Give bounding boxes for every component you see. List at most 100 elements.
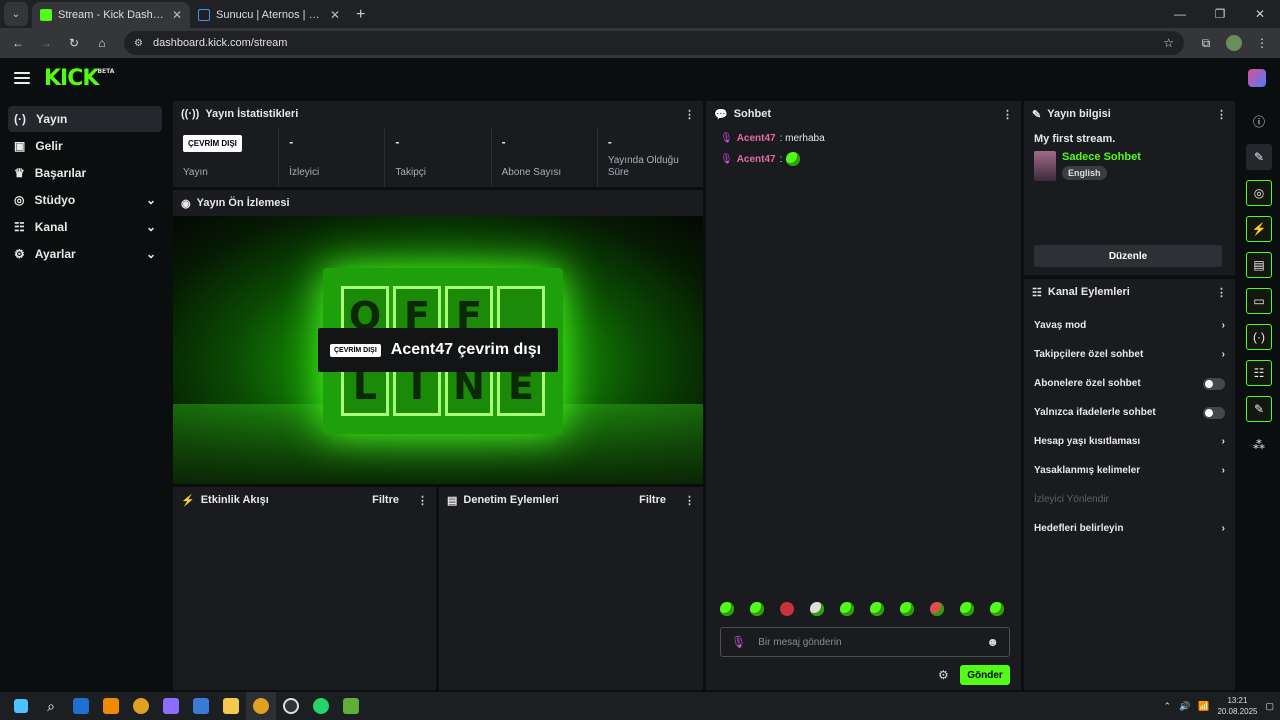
notifications-icon[interactable]: ▢ (1265, 701, 1274, 712)
sidebar-item-studyo[interactable]: ◎ Stüdyo ⌄ (8, 187, 162, 213)
emote-icon[interactable] (990, 602, 1004, 616)
home-icon[interactable]: ⌂ (90, 31, 114, 55)
gear-icon[interactable]: ⚙ (938, 668, 949, 682)
profile-avatar-icon[interactable] (1222, 31, 1246, 55)
emote-icon[interactable] (750, 602, 764, 616)
emote-icon[interactable] (780, 602, 794, 616)
channel-actions-icon[interactable]: ☷ (1246, 360, 1272, 386)
emote-icon (786, 152, 801, 166)
send-button[interactable]: Gönder (960, 665, 1010, 685)
outlook-icon[interactable] (66, 692, 96, 720)
stream-preview[interactable]: OFF LINE ÇEVRİM DIŞI Acent47 çevrim dışı (173, 216, 703, 484)
broadcast-icon: (·) (14, 112, 26, 126)
chat-username[interactable]: Acent47 (737, 154, 776, 165)
info-icon[interactable]: ⓘ (1246, 108, 1272, 134)
emote-icon[interactable] (840, 602, 854, 616)
store-icon[interactable] (186, 692, 216, 720)
edit-button[interactable]: Düzenle (1034, 245, 1222, 267)
back-icon[interactable]: ← (6, 31, 30, 55)
emote-icon[interactable] (810, 602, 824, 616)
volume-icon[interactable]: 🔊 (1179, 701, 1190, 712)
action-set-goals[interactable]: Hedefleri belirleyin › (1024, 514, 1235, 543)
sidebar-item-yayin[interactable]: (·) Yayın (8, 106, 162, 132)
tab-aternos[interactable]: Sunucu | Aternos | Ücretsiz Min ✕ (190, 2, 348, 28)
more-options-icon[interactable]: ⋮ (417, 494, 428, 507)
restore-icon[interactable]: ❐ (1200, 0, 1240, 28)
whatsapp-icon[interactable] (306, 692, 336, 720)
gear-icon: ⚙ (14, 247, 25, 261)
action-slow-mode[interactable]: Yavaş mod › (1024, 311, 1235, 340)
hamburger-menu-icon[interactable] (14, 72, 30, 84)
network-icon[interactable]: 📶 (1198, 701, 1209, 712)
wrench-icon[interactable]: ✎ (1246, 396, 1272, 422)
offline-badge: ÇEVRİM DIŞI (183, 135, 242, 152)
chat-bubble-icon[interactable]: ▭ (1246, 288, 1272, 314)
filter-button[interactable]: Filtre (372, 494, 399, 506)
browser-menu-icon[interactable]: ⋮ (1250, 31, 1274, 55)
address-bar[interactable]: ⚙ dashboard.kick.com/stream ☆ (124, 31, 1184, 55)
trophy-icon: ♛ (14, 166, 25, 180)
panel-header: ◉ Yayın Ön İzlemesi (181, 197, 290, 210)
forward-icon[interactable]: → (34, 31, 58, 55)
filter-button[interactable]: Filtre (639, 494, 666, 506)
add-widget-icon[interactable]: ⁂ (1246, 432, 1272, 458)
close-tab-icon[interactable]: ✕ (172, 8, 182, 22)
emote-icon[interactable] (900, 602, 914, 616)
action-banned-words[interactable]: Yasaklanmış kelimeler › (1024, 456, 1235, 485)
more-options-icon[interactable]: ⋮ (1002, 108, 1013, 121)
moderation-icon[interactable]: ▤ (1246, 252, 1272, 278)
pencil-icon[interactable]: ✎ (1246, 144, 1272, 170)
close-window-icon[interactable]: ✕ (1240, 0, 1280, 28)
start-icon[interactable] (6, 692, 36, 720)
kick-logo[interactable]: KICK BETA (44, 66, 114, 91)
tab-kick-dashboard[interactable]: Stream - Kick Dashboard ✕ (32, 2, 190, 28)
extensions-icon[interactable]: ⧉ (1194, 31, 1218, 55)
action-followers-only[interactable]: Takipçilere özel sohbet › (1024, 340, 1235, 369)
more-options-icon[interactable]: ⋮ (1216, 108, 1227, 121)
close-tab-icon[interactable]: ✕ (330, 8, 340, 22)
emoji-picker-icon[interactable]: ☻ (986, 635, 999, 649)
reload-icon[interactable]: ↻ (62, 31, 86, 55)
sidebar-item-kanal[interactable]: ☷ Kanal ⌄ (8, 214, 162, 240)
panel-header: ((·)) Yayın İstatistikleri ⋮ (181, 108, 695, 121)
chrome-icon[interactable] (126, 692, 156, 720)
revenue-icon: ▣ (14, 139, 26, 153)
chrome-active-icon[interactable] (246, 692, 276, 720)
category-name[interactable]: Sadece Sohbet (1062, 151, 1141, 163)
action-account-age[interactable]: Hesap yaşı kısıtlaması › (1024, 427, 1235, 456)
site-info-icon[interactable]: ⚙ (134, 38, 143, 49)
emote-icon[interactable] (720, 602, 734, 616)
category-thumbnail (1034, 151, 1056, 181)
bookmark-star-icon[interactable]: ☆ (1163, 36, 1174, 50)
emotes-only-toggle[interactable] (1203, 406, 1225, 419)
sidebar-item-ayarlar[interactable]: ⚙ Ayarlar ⌄ (8, 241, 162, 267)
more-options-icon[interactable]: ⋮ (1216, 286, 1227, 299)
more-options-icon[interactable]: ⋮ (684, 108, 695, 121)
tab-title: Stream - Kick Dashboard (58, 9, 166, 21)
vlc-icon[interactable] (96, 692, 126, 720)
emote-icon[interactable] (960, 602, 974, 616)
minimize-icon[interactable]: — (1160, 0, 1200, 28)
tray-chevron-icon[interactable]: ⌃ (1163, 701, 1171, 712)
chat-message-input[interactable] (758, 636, 975, 648)
emote-icon[interactable] (930, 602, 944, 616)
studio-icon[interactable]: ◎ (1246, 180, 1272, 206)
lightning-icon[interactable]: ⚡ (1246, 216, 1272, 242)
tab-search-button[interactable]: ⌄ (4, 2, 28, 26)
minecraft-icon[interactable] (336, 692, 366, 720)
clock[interactable]: 13:21 20.08.2025 (1217, 695, 1257, 717)
more-options-icon[interactable]: ⋮ (684, 494, 695, 507)
new-tab-icon[interactable]: + (356, 6, 365, 24)
copilot-icon[interactable] (156, 692, 186, 720)
subscribers-only-toggle[interactable] (1203, 377, 1225, 390)
search-icon[interactable]: ⌕ (36, 692, 66, 720)
emote-icon[interactable] (870, 602, 884, 616)
sidebar-item-gelir[interactable]: ▣ Gelir (8, 133, 162, 159)
stream-title: My first stream. (1034, 133, 1116, 145)
chat-username[interactable]: Acent47 (737, 133, 776, 144)
user-avatar[interactable] (1248, 69, 1266, 87)
broadcast-icon[interactable]: (·) (1246, 324, 1272, 350)
file-explorer-icon[interactable] (216, 692, 246, 720)
obs-icon[interactable] (276, 692, 306, 720)
sidebar-item-basarilar[interactable]: ♛ Başarılar (8, 160, 162, 186)
